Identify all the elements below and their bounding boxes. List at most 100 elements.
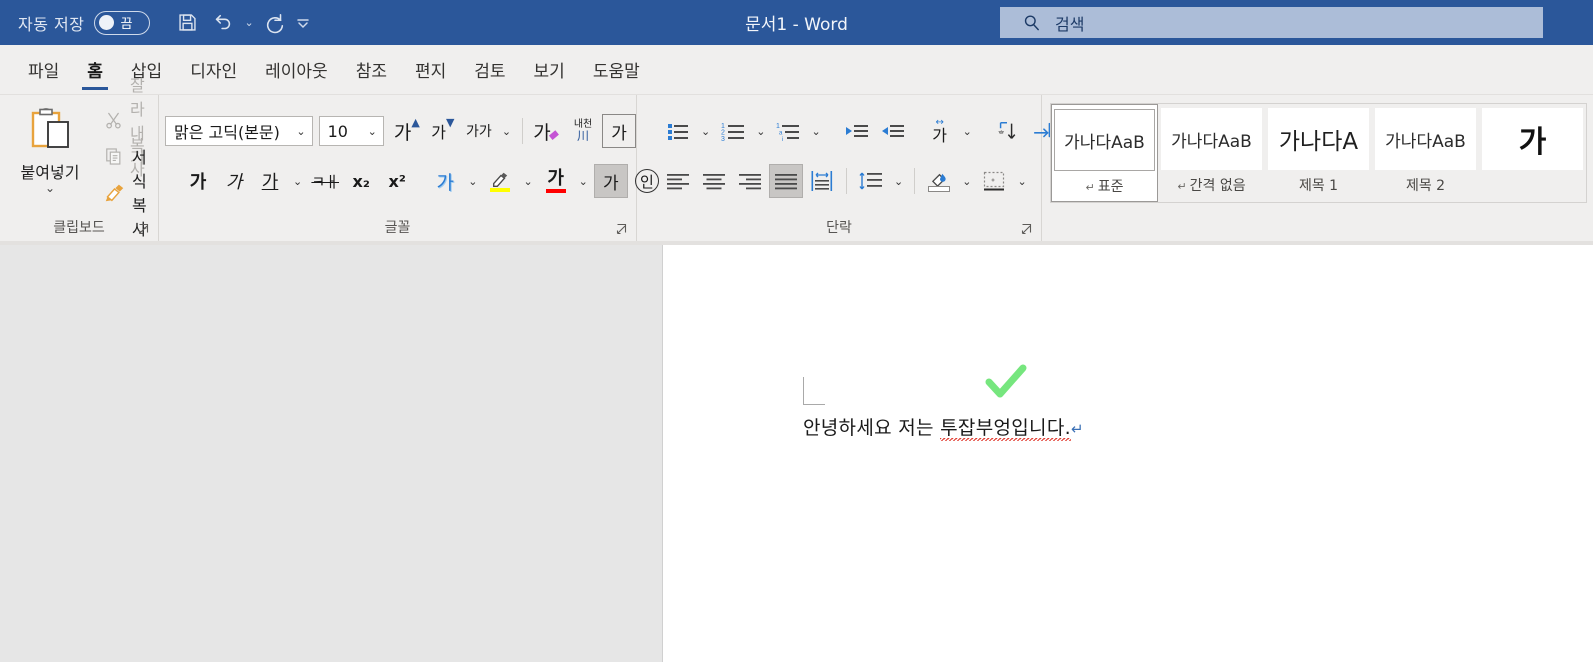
phonetic-guide-button[interactable]: 내천 川 [566, 114, 600, 148]
svg-text:3: 3 [721, 136, 725, 141]
style-item-heading-2[interactable]: 가나다AaB 제목 2 [1372, 104, 1479, 202]
tab-review[interactable]: 검토 [460, 45, 519, 95]
document-page[interactable]: 안녕하세요 저는 투잡부엉입니다.↵ [662, 245, 1593, 662]
font-color-button[interactable]: 가 [539, 164, 573, 198]
line-spacing-caret-icon[interactable]: ⌄ [890, 164, 907, 198]
borders-caret-icon[interactable]: ⌄ [1013, 164, 1030, 198]
paste-clipboard-icon [24, 105, 76, 157]
style-preview-text: 가나다AaB [1171, 131, 1252, 152]
shrink-font-button[interactable]: 가 ▼ [426, 114, 460, 148]
save-icon[interactable] [170, 6, 204, 40]
character-shading-button[interactable]: 가 [593, 164, 628, 198]
pilcrow-icon: ↵ [1085, 181, 1095, 194]
bullets-button[interactable] [661, 114, 695, 148]
increase-indent-button[interactable] [875, 114, 909, 148]
font-row1-separator [522, 118, 524, 144]
line-spacing-button[interactable] [854, 164, 888, 198]
shading-caret-icon[interactable]: ⌄ [958, 164, 975, 198]
sort-button[interactable]: ᄒ [990, 114, 1024, 148]
scissors-icon [104, 111, 123, 130]
highlight-caret-icon[interactable]: ⌄ [519, 164, 536, 198]
search-placeholder: 검색 [1055, 14, 1085, 34]
change-case-button[interactable]: 가가 [462, 114, 496, 148]
justify-button[interactable] [769, 164, 803, 198]
cut-button[interactable]: 잘라내기 [104, 76, 158, 167]
style-preview-text: 가 [1518, 125, 1547, 160]
style-preview-text: 가나다A [1278, 129, 1359, 155]
align-center-button[interactable] [697, 164, 731, 198]
borders-button[interactable] [977, 164, 1011, 198]
autosave-control[interactable]: 자동 저장 끔 [18, 10, 151, 35]
shading-button[interactable] [922, 164, 956, 198]
paste-dropdown-caret-icon[interactable]: ⌄ [45, 182, 55, 194]
svg-text:a: a [779, 131, 783, 137]
clipboard-dialog-launcher-icon[interactable] [138, 223, 150, 235]
font-color-caret-icon[interactable]: ⌄ [575, 164, 592, 198]
text-effects-button[interactable]: 가 [428, 164, 462, 198]
underline-button[interactable]: 가 [253, 164, 287, 198]
style-preview-title: 가 [1482, 108, 1583, 170]
customize-qat-icon[interactable] [294, 6, 312, 40]
subscript-glyph: x₂ [352, 171, 370, 191]
paragraph-group-label: 단락 [826, 220, 852, 236]
subscript-button[interactable]: x₂ [344, 164, 378, 198]
numbering-caret-icon[interactable]: ⌄ [752, 114, 769, 148]
redo-icon[interactable] [258, 6, 292, 40]
paragraph-row-2: ⌄ ⌄ ⌄ [643, 156, 1041, 206]
svg-text:ᄒ: ᄒ [998, 130, 1005, 139]
tab-file[interactable]: 파일 [14, 45, 73, 95]
autosave-toggle-knob [99, 15, 115, 30]
superscript-button[interactable]: x² [380, 164, 414, 198]
style-item-no-spacing[interactable]: 가나다AaB ↵ 간격 없음 [1158, 104, 1265, 202]
change-case-caret-icon[interactable]: ⌄ [498, 114, 515, 148]
tab-help[interactable]: 도움말 [579, 45, 654, 95]
style-item-heading-1[interactable]: 가나다A 제목 1 [1265, 104, 1372, 202]
tab-home[interactable]: 홈 [73, 45, 117, 95]
decrease-indent-button[interactable] [839, 114, 873, 148]
strikethrough-button[interactable]: ㅋㅐ [308, 164, 342, 198]
numbering-button[interactable]: 1 2 3 [716, 114, 750, 148]
undo-icon[interactable] [206, 6, 240, 40]
bullets-caret-icon[interactable]: ⌄ [697, 114, 714, 148]
font-dialog-launcher-icon[interactable] [616, 223, 628, 235]
style-preview-normal: 가나다AaB [1054, 109, 1155, 171]
align-right-button[interactable] [733, 164, 767, 198]
font-name-combo[interactable]: 맑은 고딕(본문) ⌄ [165, 116, 313, 146]
font-size-combo[interactable]: 10 ⌄ [318, 116, 384, 146]
search-box[interactable]: 검색 [1000, 7, 1543, 38]
style-item-normal[interactable]: 가나다AaB ↵ 표준 [1051, 104, 1158, 202]
text-effects-caret-icon[interactable]: ⌄ [464, 164, 481, 198]
tab-layout[interactable]: 레이아웃 [251, 45, 342, 95]
paragraph-dialog-launcher-icon[interactable] [1021, 223, 1033, 235]
clear-formatting-button[interactable]: 가 [530, 114, 564, 148]
styles-gallery[interactable]: 가나다AaB ↵ 표준 가나다AaB ↵ 간격 없음 가나다A 제목 1 가나다… [1050, 103, 1587, 203]
font-row-2: 가 가 가 ⌄ ㅋㅐ x₂ x² 가 ⌄ ⌄ 가 ⌄ 가 인 [165, 156, 659, 206]
asian-layout-button[interactable]: ↔ 가 [923, 114, 957, 148]
tab-design[interactable]: 디자인 [176, 45, 251, 95]
enclose-characters-button[interactable]: 가 [602, 114, 637, 148]
paste-button[interactable]: 붙여넣기 ⌄ [0, 99, 100, 213]
document-text-line[interactable]: 안녕하세요 저는 투잡부엉입니다.↵ [803, 413, 1084, 441]
multilevel-list-button[interactable]: 1 a i [771, 114, 805, 148]
highlight-color-button[interactable] [483, 164, 517, 198]
grow-font-button[interactable]: 가 ▲ [390, 114, 424, 148]
multilevel-list-caret-icon[interactable]: ⌄ [807, 114, 824, 148]
underline-caret-icon[interactable]: ⌄ [289, 164, 306, 198]
tab-mailings[interactable]: 편지 [401, 45, 460, 95]
bold-button[interactable]: 가 [181, 164, 215, 198]
svg-text:1: 1 [776, 123, 780, 130]
align-left-button[interactable] [661, 164, 695, 198]
format-painter-button[interactable]: 서식 복사 [104, 148, 158, 239]
tab-references[interactable]: 참조 [342, 45, 401, 95]
distribute-button[interactable] [805, 164, 839, 198]
style-preview-heading-1: 가나다A [1268, 108, 1369, 170]
style-label-normal: ↵ 표준 [1085, 179, 1124, 195]
style-preview-text: 가나다AaB [1064, 132, 1145, 153]
tab-view[interactable]: 보기 [520, 45, 579, 95]
pilcrow-icon: ↵ [1177, 180, 1187, 193]
autosave-toggle[interactable]: 끔 [94, 10, 151, 35]
italic-button[interactable]: 가 [217, 164, 251, 198]
undo-dropdown-caret-icon[interactable]: ⌄ [242, 6, 255, 40]
style-item-title[interactable]: 가 [1479, 104, 1586, 202]
asian-layout-caret-icon[interactable]: ⌄ [959, 114, 976, 148]
